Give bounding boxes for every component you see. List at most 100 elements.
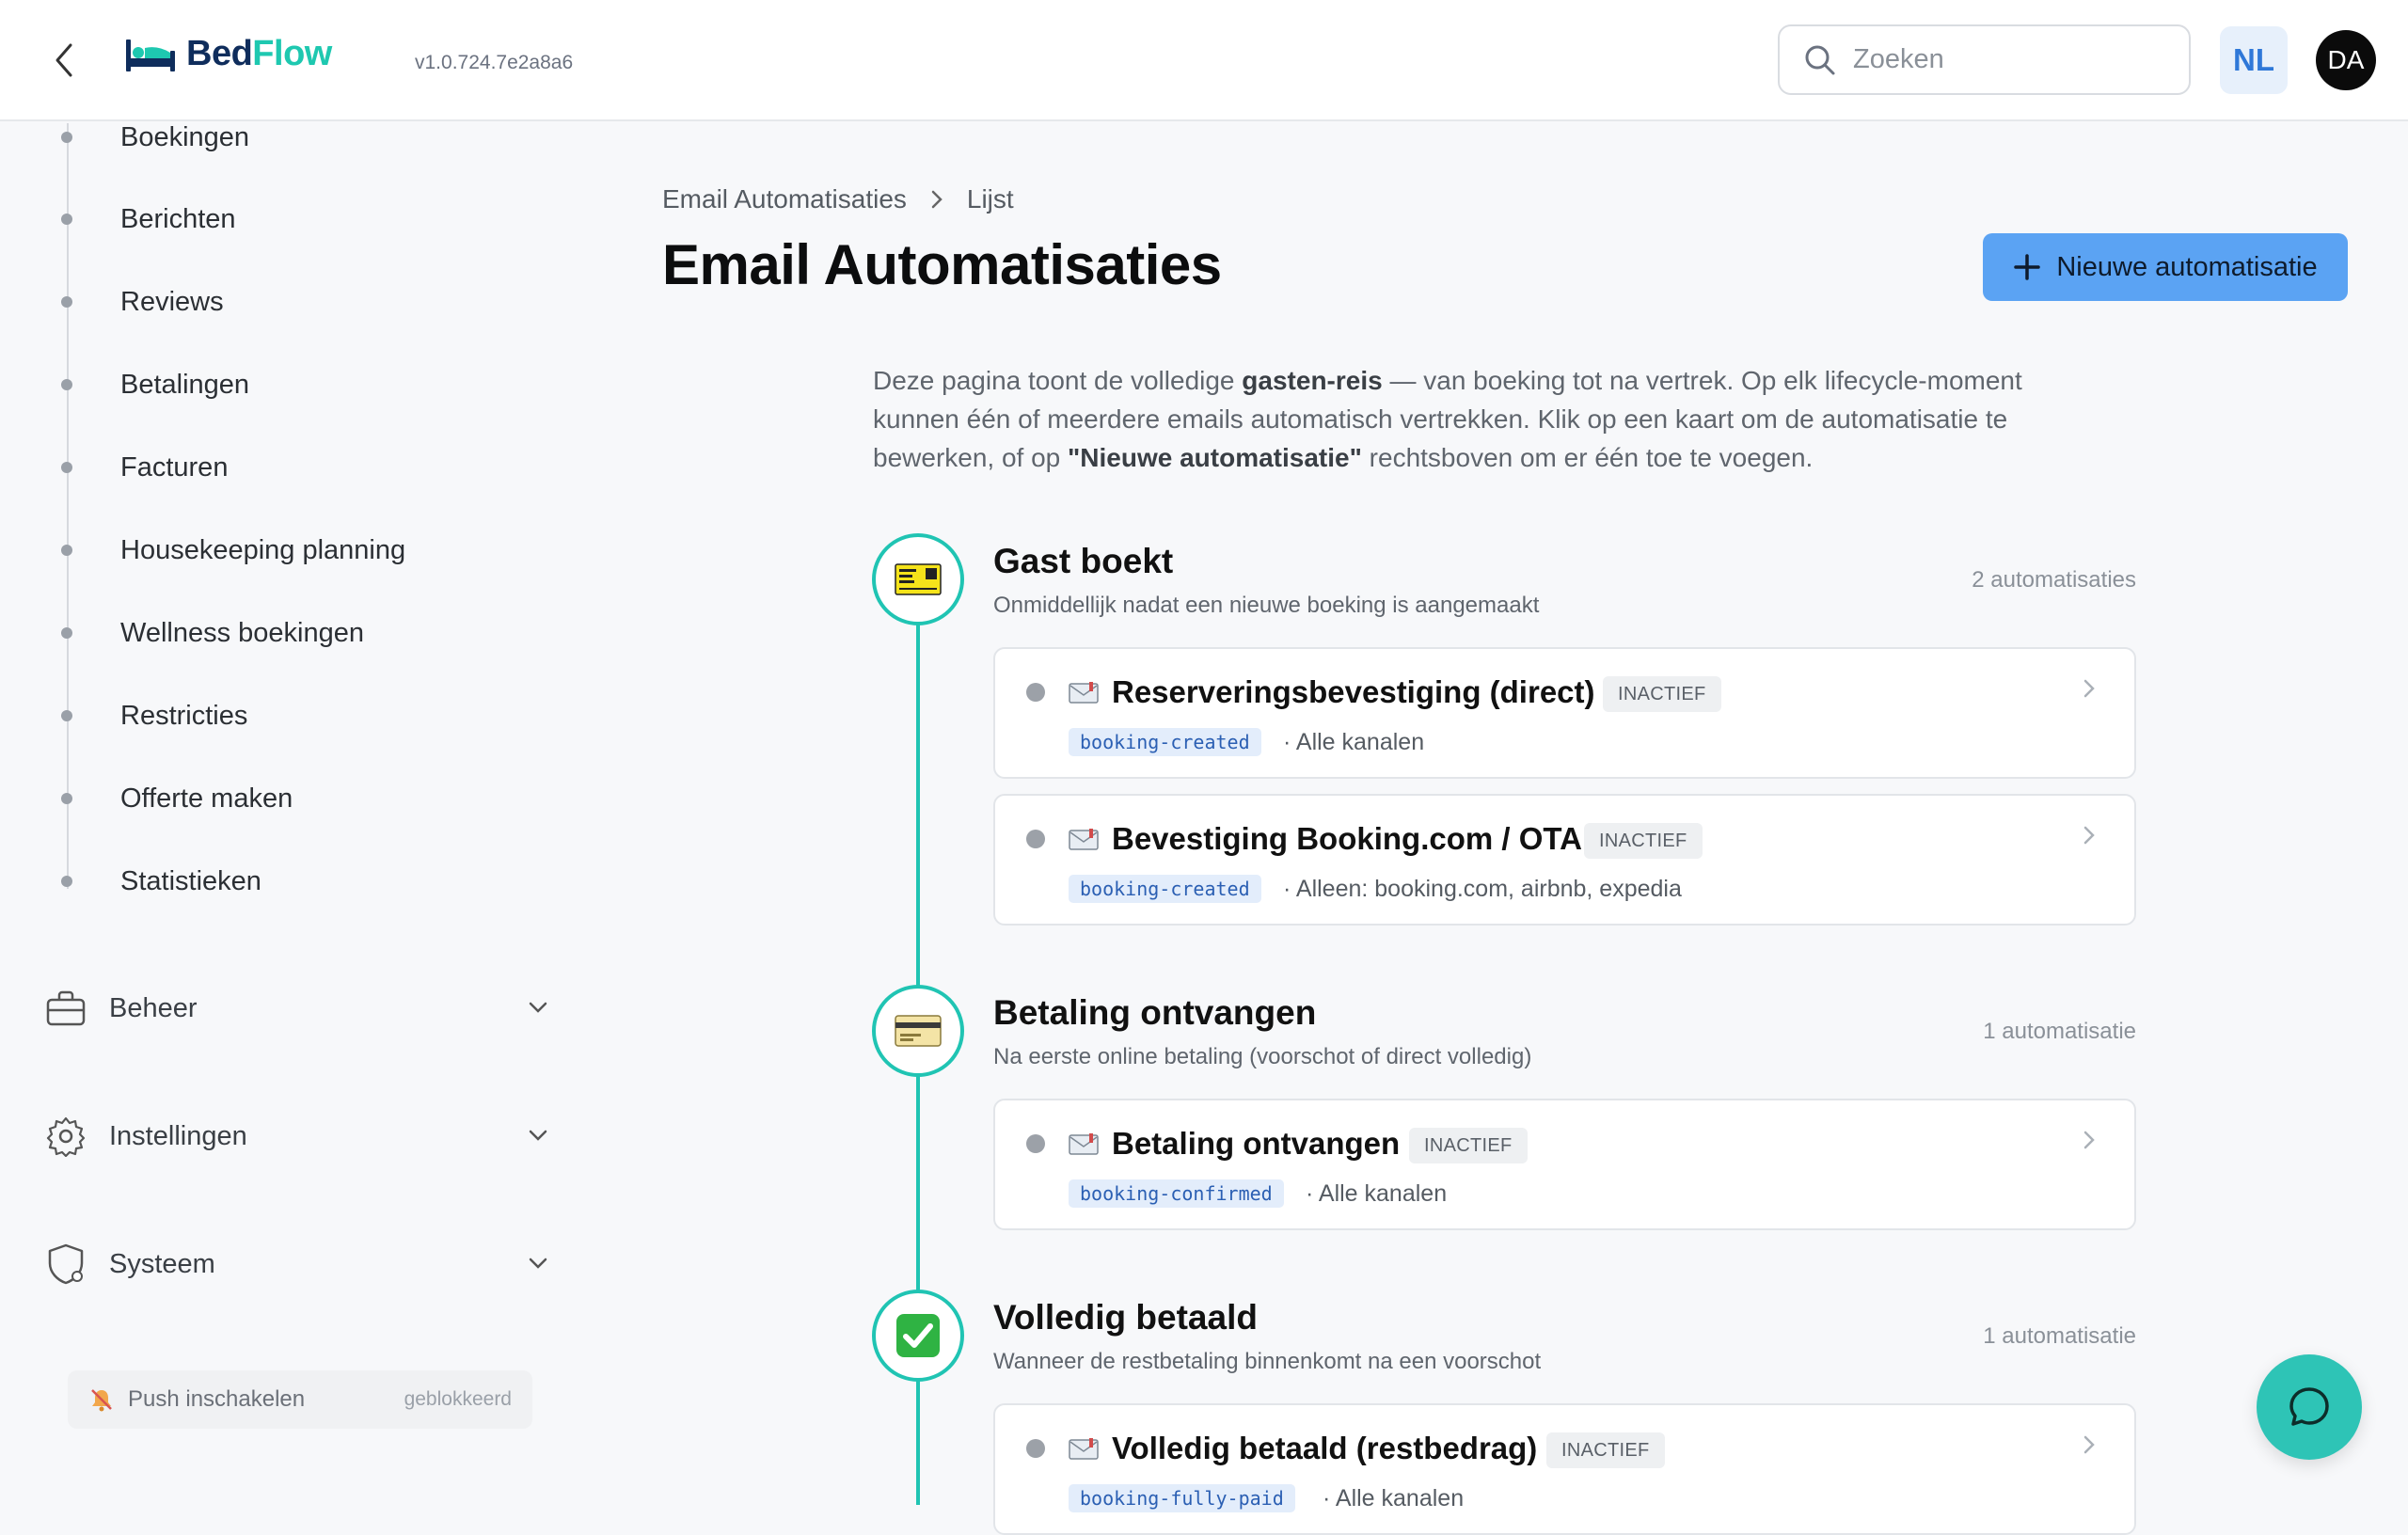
bed-logo-icon [126, 39, 175, 71]
chat-bubble-icon [2289, 1387, 2329, 1426]
stage-subtitle: Na eerste online betaling (voorschot of … [993, 1044, 1532, 1069]
automation-card[interactable]: Bevestiging Booking.com / OTA INACTIEF b… [993, 794, 2136, 926]
automation-title: Bevestiging Booking.com / OTA [1112, 821, 1582, 856]
sidebar-group-beheer[interactable]: Beheer [45, 975, 553, 1041]
sidebar-item-label: Housekeeping planning [120, 534, 406, 565]
trigger-tag: booking-created [1069, 728, 1261, 756]
sidebar-item-label: Reviews [120, 286, 224, 317]
chevron-right-icon [2083, 679, 2095, 698]
logo-flow: Flow [252, 34, 332, 73]
breadcrumb: Email Automatisaties Lijst [662, 184, 1014, 214]
plus-icon [2014, 254, 2041, 280]
chevron-right-icon [2083, 1131, 2095, 1149]
chevron-down-icon [529, 1002, 547, 1013]
status-badge: INACTIEF [1546, 1432, 1665, 1468]
sidebar-item-berichten[interactable]: Berichten [56, 191, 236, 247]
trigger-tag: booking-created [1069, 875, 1261, 903]
automation-card[interactable]: Reserveringsbevestiging (direct) INACTIE… [993, 647, 2136, 779]
sidebar-item-betalingen[interactable]: Betalingen [56, 356, 249, 413]
chevron-right-icon [931, 190, 943, 209]
sidebar-item-label: Facturen [120, 451, 229, 483]
email-icon [1069, 1133, 1099, 1155]
new-automation-button[interactable]: Nieuwe automatisatie [1983, 233, 2348, 301]
automation-card[interactable]: Betaling ontvangen INACTIEF booking-conf… [993, 1099, 2136, 1230]
chevron-down-icon [529, 1130, 547, 1141]
breadcrumb-item[interactable]: Lijst [967, 184, 1014, 214]
push-notifications-toggle[interactable]: Push inschakelen geblokkeerd [68, 1370, 532, 1429]
status-dot [1026, 1134, 1045, 1153]
email-icon [1069, 682, 1099, 704]
search-icon [1805, 45, 1835, 74]
intro-bold: gasten-reis [1242, 366, 1383, 395]
sidebar-item-reviews[interactable]: Reviews [56, 274, 224, 330]
search-box[interactable] [1778, 24, 2191, 95]
breadcrumb-item[interactable]: Email Automatisaties [662, 184, 907, 214]
tree-dot [61, 876, 72, 887]
stage-icon-circle [872, 533, 964, 625]
sidebar-item-offerte[interactable]: Offerte maken [56, 770, 293, 827]
sidebar-item-label: Offerte maken [120, 783, 293, 814]
stage-subtitle: Wanneer de restbetaling binnenkomt na ee… [993, 1349, 1542, 1374]
status-badge: INACTIEF [1409, 1128, 1528, 1163]
sidebar-item-restricties[interactable]: Restricties [56, 688, 247, 744]
sidebar-item-facturen[interactable]: Facturen [56, 439, 228, 496]
tree-dot [61, 627, 72, 639]
sidebar-item-label: Boekingen [120, 121, 250, 152]
ticket-icon [895, 563, 942, 595]
email-icon [1069, 1438, 1099, 1460]
tree-dot [61, 296, 72, 308]
stage-title: Gast boekt [993, 542, 1174, 580]
chevron-down-icon [529, 1258, 547, 1269]
sidebar-item-statistieken[interactable]: Statistieken [56, 853, 261, 910]
bell-off-icon [91, 1389, 112, 1412]
tree-dot [61, 545, 72, 556]
gear-icon [46, 1116, 86, 1157]
search-input[interactable] [1853, 44, 2154, 75]
app-logo[interactable]: BedFlow [124, 34, 332, 74]
tree-dot [61, 214, 72, 225]
logo-bed: Bed [186, 34, 253, 73]
credit-card-icon [895, 1015, 942, 1047]
stage-subtitle: Onmiddellijk nadat een nieuwe boeking is… [993, 593, 1540, 618]
stage-count: 1 automatisatie [1983, 1019, 2136, 1044]
sidebar-item-label: Restricties [120, 700, 248, 731]
sidebar-item-wellness[interactable]: Wellness boekingen [56, 605, 364, 661]
automation-title: Betaling ontvangen [1112, 1126, 1401, 1161]
chevron-right-icon [2083, 826, 2095, 845]
tree-dot [61, 710, 72, 721]
top-header: BedFlow v1.0.724.7e2a8a6 NL DA [0, 0, 2408, 121]
language-switcher[interactable]: NL [2220, 26, 2288, 94]
status-badge: INACTIEF [1584, 823, 1703, 859]
sidebar-item-housekeeping[interactable]: Housekeeping planning [56, 522, 405, 578]
user-avatar[interactable]: DA [2316, 30, 2376, 90]
page-title: Email Automatisaties [662, 233, 1222, 296]
intro-text: Deze pagina toont de volledige gasten-re… [873, 361, 2115, 477]
sidebar-item-label: Wellness boekingen [120, 617, 365, 648]
sidebar-group-label: Beheer [109, 992, 198, 1023]
automation-card[interactable]: Volledig betaald (restbedrag) INACTIEF b… [993, 1403, 2136, 1535]
back-button[interactable] [45, 40, 83, 81]
automation-title: Reserveringsbevestiging (direct) [1112, 674, 1595, 709]
status-dot [1026, 683, 1045, 702]
tree-dot [61, 379, 72, 390]
channel-label: · Alleen: booking.com, airbnb, expedia [1283, 875, 1682, 902]
chat-button[interactable] [2257, 1354, 2362, 1460]
version-label: v1.0.724.7e2a8a6 [415, 52, 574, 73]
sidebar-group-instellingen[interactable]: Instellingen [45, 1103, 553, 1169]
sidebar-item-boekingen[interactable]: Boekingen [56, 109, 249, 166]
sidebar-group-systeem[interactable]: Systeem [45, 1231, 553, 1297]
email-icon [1069, 829, 1099, 850]
status-dot [1026, 830, 1045, 848]
stage-count: 1 automatisatie [1983, 1323, 2136, 1349]
automation-title: Volledig betaald (restbedrag) [1112, 1431, 1538, 1465]
stage-count: 2 automatisaties [1972, 567, 2136, 593]
sidebar-item-label: Betalingen [120, 369, 250, 400]
shield-icon [48, 1243, 84, 1285]
tree-dot [61, 462, 72, 473]
stage-icon-circle [872, 1290, 964, 1382]
chevron-left-icon [55, 43, 72, 77]
status-badge: INACTIEF [1603, 676, 1721, 712]
logo-text: BedFlow [186, 34, 332, 74]
new-automation-label: Nieuwe automatisatie [2056, 251, 2318, 282]
trigger-tag: booking-fully-paid [1069, 1484, 1295, 1512]
